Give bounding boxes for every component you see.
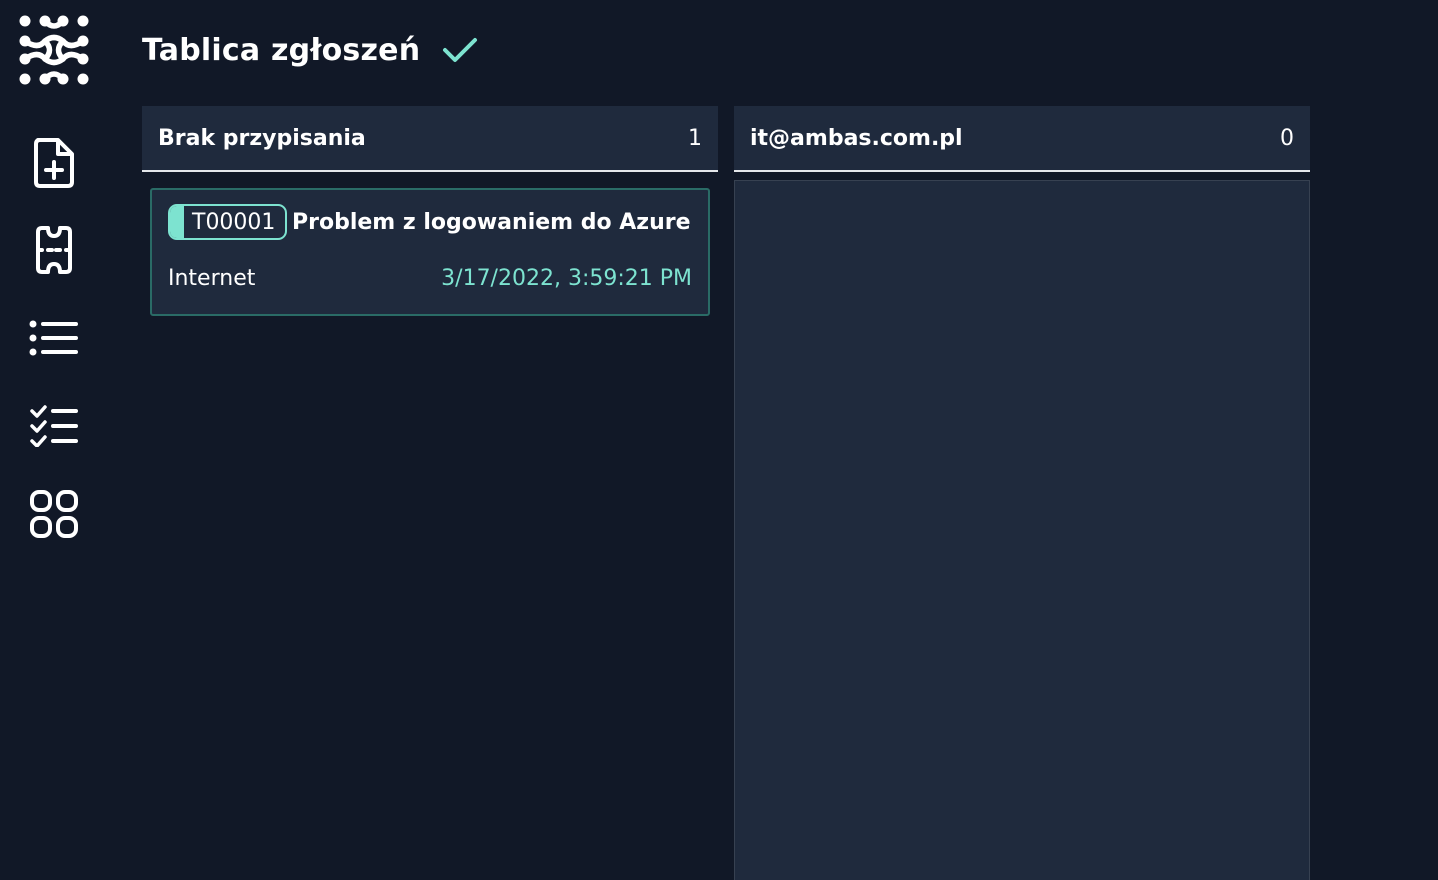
ticket-category: Internet (168, 266, 256, 291)
board-column-unassigned: Brak przypisania 1 T00001 Problem z logo… (142, 106, 718, 316)
column-title: it@ambas.com.pl (750, 125, 963, 151)
column-title: Brak przypisania (158, 125, 366, 151)
new-ticket-button[interactable] (26, 134, 82, 190)
check-icon (443, 38, 478, 62)
column-count: 1 (688, 125, 702, 151)
column-header: Brak przypisania 1 (142, 106, 718, 172)
ticket-id: T00001 (192, 209, 276, 235)
sidebar (0, 0, 108, 846)
column-count: 0 (1280, 125, 1294, 151)
ticket-card[interactable]: T00001 Problem z logowaniem do Azure Int… (150, 188, 710, 316)
list-icon (29, 320, 78, 356)
grid-icon (30, 490, 78, 538)
tickets-button[interactable] (26, 222, 82, 278)
column-dropzone[interactable] (734, 180, 1310, 880)
column-header: it@ambas.com.pl 0 (734, 106, 1310, 172)
ticket-icon (36, 226, 72, 274)
page-header: Tablica zgłoszeń (142, 28, 478, 72)
apps-button[interactable] (26, 486, 82, 542)
board-column-it: it@ambas.com.pl 0 (734, 106, 1310, 880)
ticket-id-badge: T00001 (168, 204, 288, 240)
checklist-icon (30, 405, 78, 447)
list-button[interactable] (26, 310, 82, 366)
ticket-date: 3/17/2022, 3:59:21 PM (441, 266, 692, 291)
page-title: Tablica zgłoszeń (142, 32, 421, 68)
badge-accent (170, 206, 184, 238)
tasks-button[interactable] (26, 398, 82, 454)
ticket-title: Problem z logowaniem do Azure (292, 209, 691, 235)
molecule-logo-icon[interactable] (18, 14, 90, 86)
new-document-icon (34, 138, 74, 188)
